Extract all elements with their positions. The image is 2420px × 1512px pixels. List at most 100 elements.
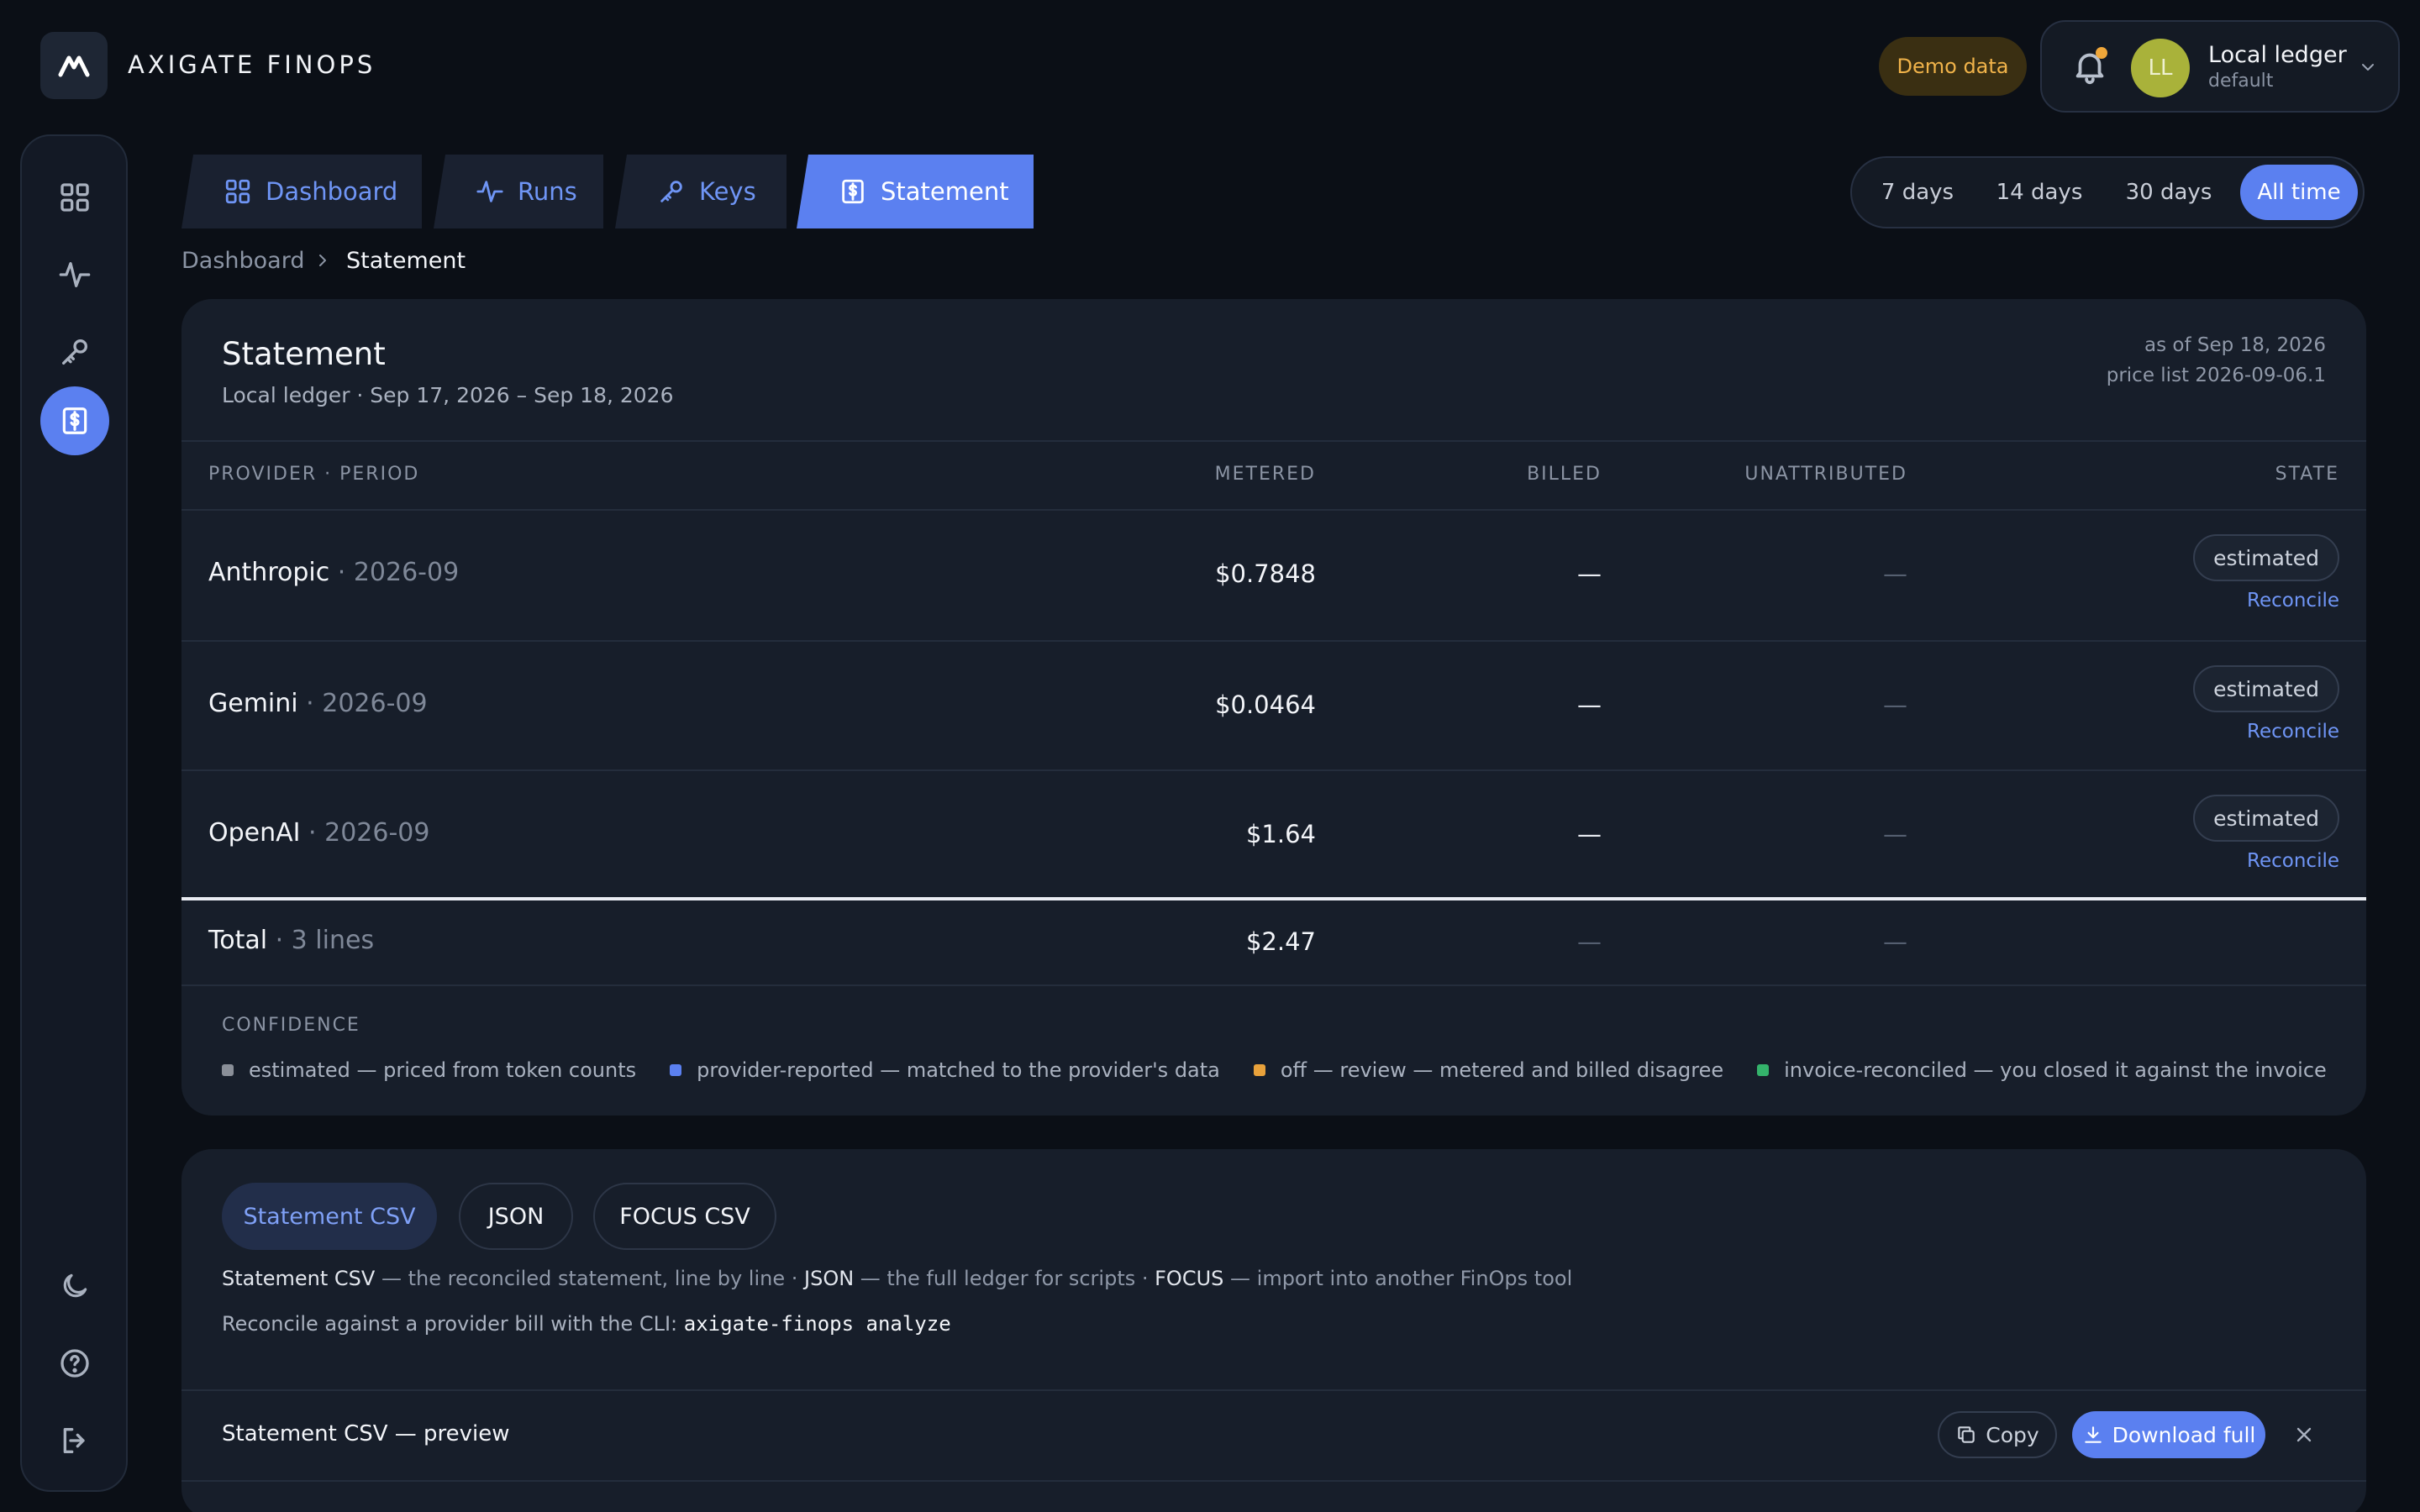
table-row: Gemini · 2026-09 $0.0464 — — estimated R…	[182, 642, 2366, 771]
tab-dashboard[interactable]: Dashboard	[182, 155, 422, 228]
download-full-button[interactable]: Download full	[2072, 1411, 2265, 1458]
statement-card: Statement Local ledger · Sep 17, 2026 – …	[182, 299, 2366, 1116]
notification-dot	[2096, 47, 2107, 59]
help-circle-icon	[60, 1349, 89, 1378]
legend-swatch	[222, 1064, 234, 1076]
close-icon[interactable]	[2292, 1423, 2316, 1446]
copy-label: Copy	[1986, 1422, 2039, 1447]
legend-item: provider-reported — matched to the provi…	[670, 1058, 1220, 1082]
range-7-days[interactable]: 7 days	[1864, 165, 1971, 220]
export-focus-csv-button[interactable]: FOCUS CSV	[593, 1183, 776, 1250]
range-30-days[interactable]: 30 days	[2107, 165, 2230, 220]
tab-statement-label: Statement	[881, 177, 1009, 206]
page-title: Statement	[222, 336, 386, 372]
legend-label: invoice-reconciled — you closed it again…	[1784, 1058, 2327, 1082]
provider-name: Gemini	[208, 689, 298, 718]
key-icon	[660, 181, 682, 202]
desc-csv-name: Statement CSV	[222, 1267, 376, 1290]
reconcile-link[interactable]: Reconcile	[2247, 590, 2339, 612]
receipt-icon	[62, 407, 87, 434]
legend-label: off — review — metered and billed disagr…	[1280, 1058, 1724, 1082]
desc-focus-text: — import into another FinOps tool	[1223, 1267, 1573, 1290]
legend-swatch	[670, 1064, 682, 1076]
cli-command: axigate-finops analyze	[683, 1312, 951, 1336]
status-badge: estimated	[2193, 534, 2339, 581]
moon-icon	[63, 1273, 87, 1298]
sidebar-item-runs[interactable]	[40, 240, 109, 309]
brand-name: AXIGATE FINOPS	[128, 50, 376, 79]
cli-hint: Reconcile against a provider bill with t…	[222, 1312, 951, 1336]
billed-value: —	[1577, 690, 1602, 719]
range-14-days[interactable]: 14 days	[1981, 165, 2097, 220]
provider-cell: Gemini · 2026-09	[208, 689, 428, 718]
range-all-time[interactable]: All time	[2240, 165, 2358, 220]
tab-keys[interactable]: Keys	[615, 155, 786, 228]
unattributed-value: —	[1883, 820, 1907, 848]
activity-icon	[476, 181, 503, 202]
user-menu[interactable]: LL Local ledger default	[2040, 20, 2400, 113]
export-json-button[interactable]: JSON	[459, 1183, 573, 1250]
status-badge: estimated	[2193, 795, 2339, 842]
tab-runs[interactable]: Runs	[434, 155, 603, 228]
receipt-icon	[842, 179, 864, 204]
provider-name: OpenAI	[208, 818, 301, 848]
preview-title: Statement CSV — preview	[222, 1421, 510, 1446]
legend-swatch	[1253, 1064, 1265, 1076]
tab-keys-label: Keys	[699, 177, 756, 206]
copy-button[interactable]: Copy	[1938, 1411, 2057, 1458]
legend-label: estimated — priced from token counts	[249, 1058, 637, 1082]
theme-toggle[interactable]	[40, 1252, 109, 1320]
copy-icon	[1958, 1426, 1975, 1443]
column-header-metered: METERED	[1214, 464, 1316, 485]
breadcrumb-dashboard[interactable]: Dashboard	[182, 248, 304, 274]
divider	[182, 984, 2366, 986]
sidebar-item-dashboard[interactable]	[40, 163, 109, 232]
demo-data-badge: Demo data	[1879, 37, 2027, 96]
status-badge: estimated	[2193, 665, 2339, 712]
total-metered: $2.47	[1245, 927, 1316, 956]
unattributed-value: —	[1883, 690, 1907, 719]
user-workspace: default	[2208, 71, 2274, 92]
logout-button[interactable]	[40, 1406, 109, 1475]
cli-hint-text: Reconcile against a provider bill with t…	[222, 1312, 684, 1336]
unattributed-value: —	[1883, 559, 1907, 588]
tab-statement[interactable]: Statement	[797, 155, 1034, 228]
total-label: Total · 3 lines	[208, 926, 374, 955]
sidebar-item-keys[interactable]	[40, 318, 109, 386]
divider	[182, 1480, 2366, 1482]
total-text: Total	[208, 926, 268, 955]
reconcile-link[interactable]: Reconcile	[2247, 850, 2339, 872]
column-header-state: STATE	[2275, 464, 2339, 485]
legend-item: off — review — metered and billed disagr…	[1253, 1058, 1724, 1082]
provider-cell: OpenAI · 2026-09	[208, 818, 429, 848]
tab-runs-label: Runs	[518, 177, 577, 206]
download-icon	[2084, 1426, 2102, 1443]
avatar: LL	[2131, 39, 2190, 97]
tab-dashboard-label: Dashboard	[266, 177, 398, 206]
help-button[interactable]	[40, 1329, 109, 1398]
download-label: Download full	[2112, 1422, 2256, 1447]
legend-item: invoice-reconciled — you closed it again…	[1757, 1058, 2327, 1082]
time-range-selector: 7 days 14 days 30 days All time	[1850, 156, 2365, 228]
export-card: Statement CSV JSON FOCUS CSV Statement C…	[182, 1149, 2366, 1512]
legend-item: estimated — priced from token counts	[222, 1058, 636, 1082]
logo-mark-icon	[58, 55, 90, 77]
reconcile-link[interactable]: Reconcile	[2247, 721, 2339, 743]
table-row: OpenAI · 2026-09 $1.64 — — estimated Rec…	[182, 771, 2366, 900]
desc-json-text: — the full ledger for scripts ·	[854, 1267, 1155, 1290]
desc-json-name: JSON	[804, 1267, 855, 1290]
activity-icon	[59, 262, 91, 287]
key-icon	[62, 339, 87, 365]
confidence-legend: estimated — priced from token counts pro…	[222, 1058, 2360, 1082]
confidence-title: CONFIDENCE	[222, 1015, 360, 1036]
brand-logo[interactable]	[40, 32, 108, 99]
as-of-date: as of Sep 18, 2026	[2144, 334, 2326, 356]
divider	[182, 440, 2366, 442]
metered-value: $1.64	[1245, 820, 1316, 848]
sidebar-item-statement[interactable]	[40, 386, 109, 455]
legend-label: provider-reported — matched to the provi…	[697, 1058, 1220, 1082]
export-statement-csv-button[interactable]: Statement CSV	[222, 1183, 437, 1250]
logout-icon	[63, 1428, 85, 1453]
divider	[182, 1389, 2366, 1391]
metered-value: $0.0464	[1215, 690, 1316, 719]
